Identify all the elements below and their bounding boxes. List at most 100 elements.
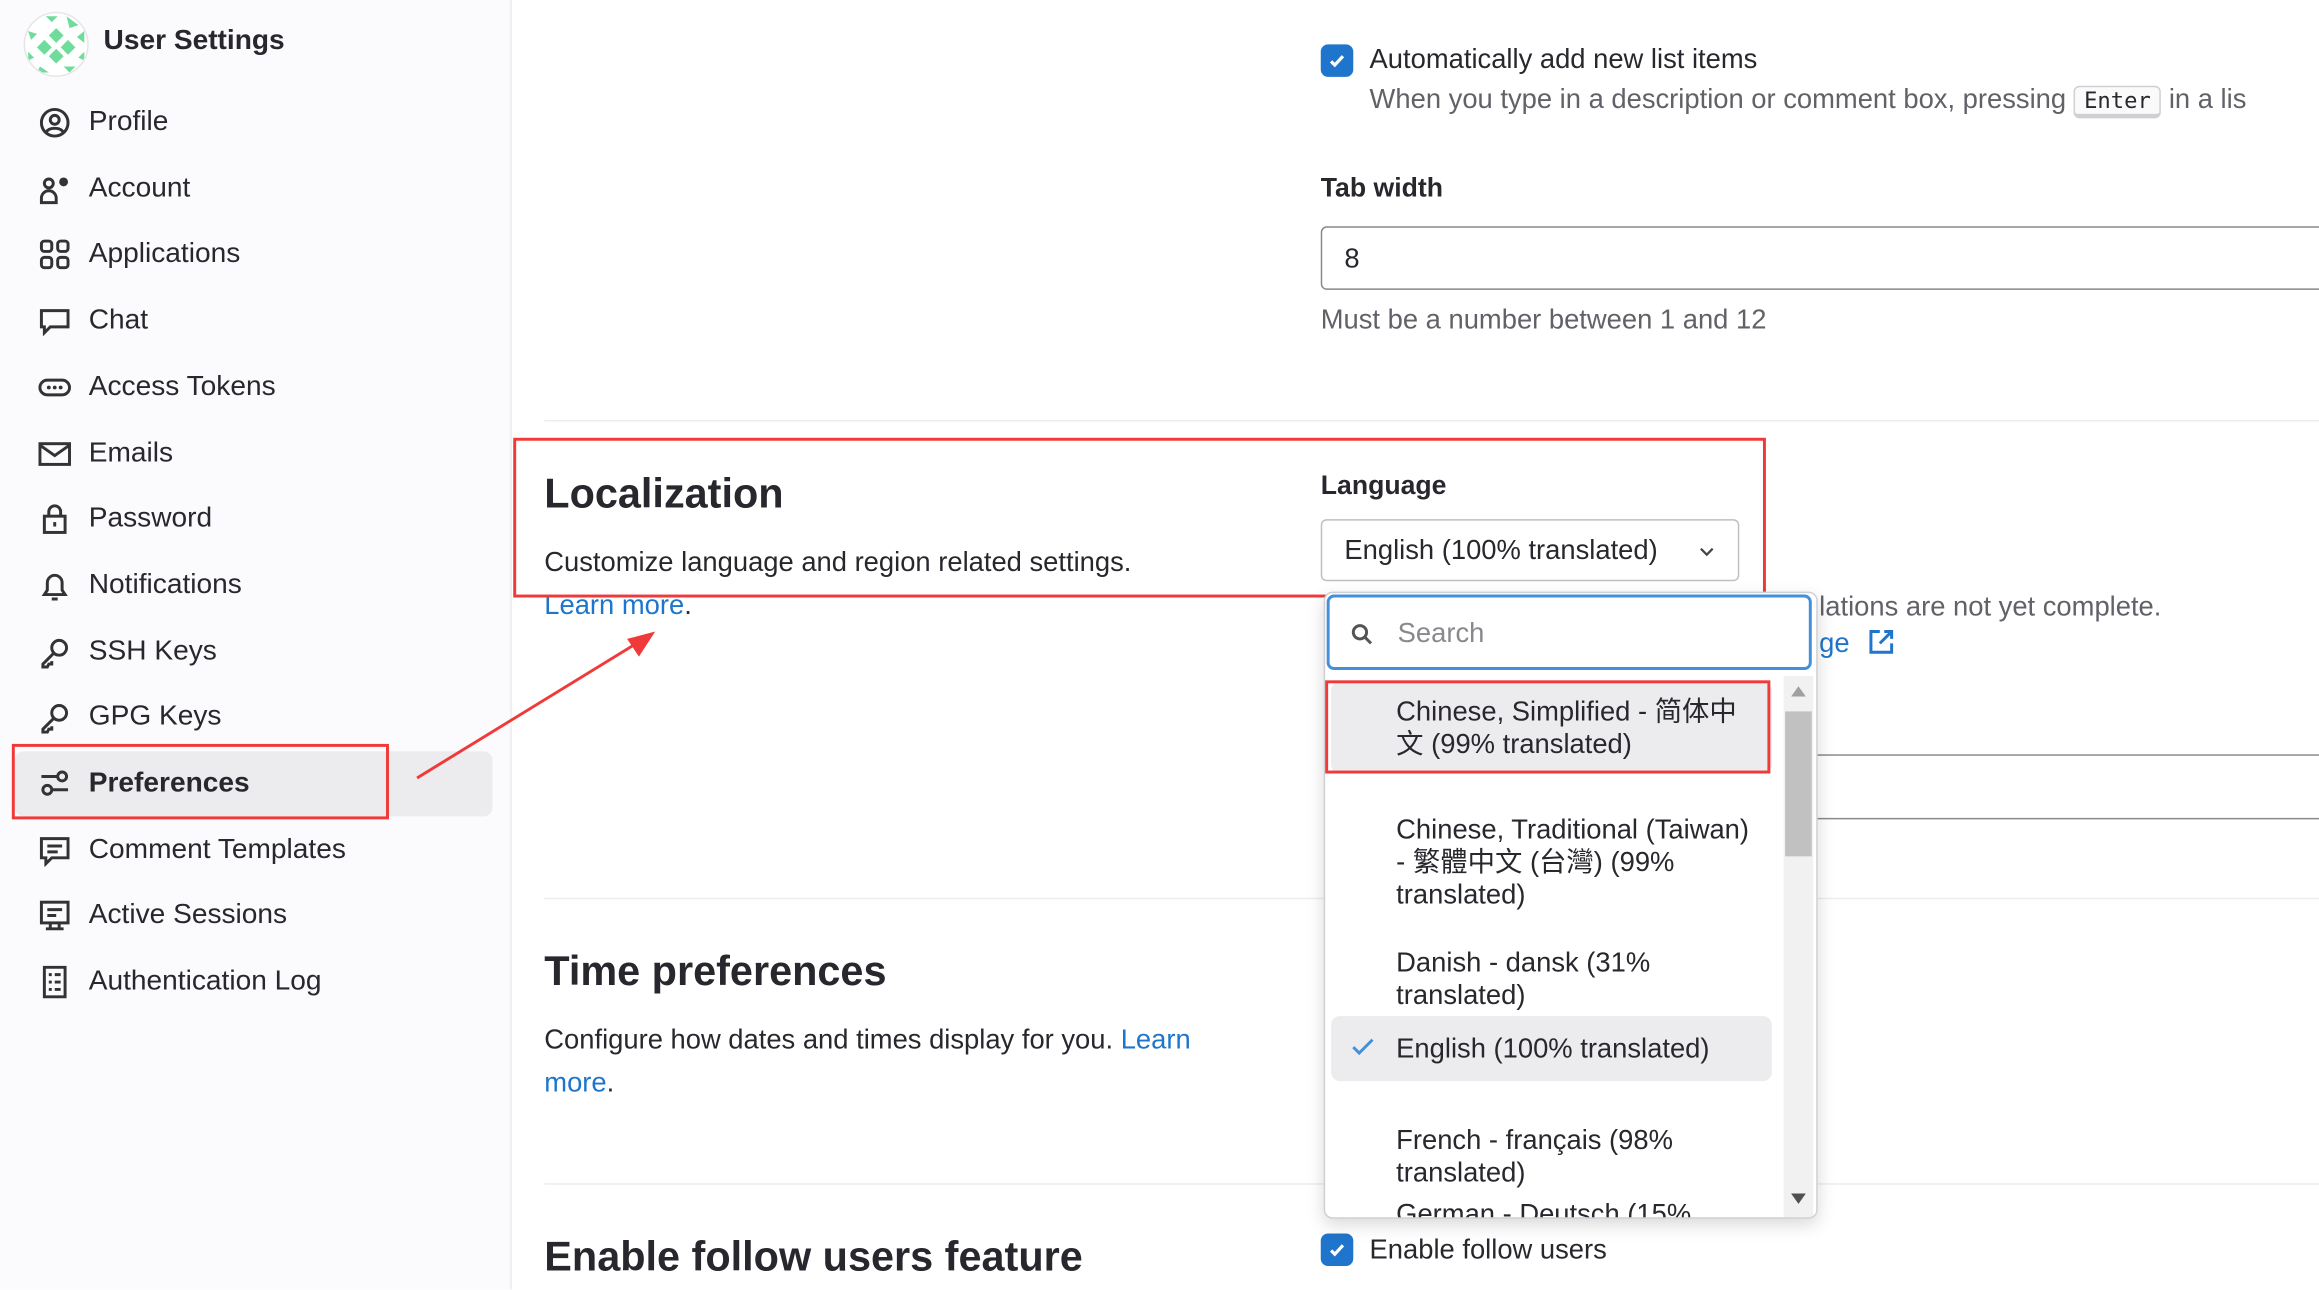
auto-list-label: Automatically add new list items — [1369, 42, 1758, 74]
sidebar-item-label: Preferences — [88, 767, 250, 799]
scroll-down-icon[interactable] — [1791, 1193, 1806, 1206]
check-icon — [1329, 1244, 1345, 1257]
auto-list-checkbox[interactable] — [1320, 44, 1354, 77]
time-more: more. — [544, 1066, 615, 1098]
sidebar-title: User Settings — [103, 25, 285, 57]
localization-title: Localization — [544, 470, 784, 517]
time-preferences-title: Time preferences — [544, 948, 887, 994]
hint-text: When you type in a description or commen… — [1369, 82, 2067, 114]
log-icon — [42, 965, 67, 999]
mail-icon — [38, 441, 71, 466]
check-icon — [1352, 1038, 1374, 1056]
language-selected-value: English (100% translated) — [1344, 533, 1658, 565]
time-more-link[interactable]: more — [544, 1066, 606, 1097]
divider — [544, 420, 2319, 422]
sidebar-item-access-tokens[interactable]: Access Tokens — [15, 355, 493, 420]
sidebar-item-active-sessions[interactable]: Active Sessions — [15, 884, 493, 949]
enter-key: Enter — [2073, 85, 2162, 119]
language-option-label: German - Deutsch (15% — [1396, 1197, 1692, 1219]
check-icon — [1329, 55, 1345, 68]
language-option-label: Chinese, Traditional (Taiwan) - 繁體中文 (台灣… — [1396, 813, 1750, 910]
help-translate-link[interactable]: ge — [1819, 627, 1895, 660]
tab-width-label: Tab width — [1320, 173, 1443, 203]
applications-icon — [39, 240, 70, 270]
language-option-label: Chinese, Simplified - 简体中文 (99% translat… — [1396, 695, 1737, 759]
sidebar-item-label: Chat — [88, 304, 149, 336]
sidebar-item-label: Profile — [88, 106, 169, 138]
sidebar-item-ssh-keys[interactable]: SSH Keys — [15, 619, 493, 684]
chevron-down-icon — [1700, 547, 1714, 557]
tab-width-help: Must be a number between 1 and 12 — [1320, 303, 1767, 335]
chat-icon — [39, 309, 70, 337]
monitor-icon — [39, 901, 70, 931]
sidebar-item-label: GPG Keys — [88, 701, 222, 733]
time-preferences-description: Configure how dates and times display fo… — [544, 1023, 1190, 1056]
sidebar-item-authentication-log[interactable]: Authentication Log — [15, 950, 493, 1015]
sidebar-item-label: Account — [88, 172, 191, 204]
comment-icon — [39, 836, 70, 867]
sidebar-item-password[interactable]: Password — [15, 487, 493, 552]
time-learn-link[interactable]: Learn — [1121, 1023, 1191, 1054]
sidebar-item-label: Authentication Log — [88, 965, 322, 997]
account-icon — [39, 177, 69, 204]
dropdown-scrollbar[interactable] — [1783, 675, 1814, 1218]
language-option-label: Danish - dansk (31% translated) — [1396, 946, 1651, 1011]
external-link-icon — [1869, 630, 1893, 654]
lock-icon — [42, 504, 67, 535]
localization-description: Customize language and region related se… — [544, 545, 1132, 577]
search-icon — [1351, 624, 1373, 645]
sidebar-item-label: Notifications — [88, 569, 242, 601]
language-option[interactable]: German - Deutsch (15% — [1331, 1185, 1772, 1219]
hint-text-end: in a lis — [2168, 82, 2247, 114]
help-link-text: ge — [1819, 627, 1850, 659]
language-dropdown: Search Chinese, Simplified - 简体中文 (99% t… — [1323, 591, 1818, 1219]
sidebar-item-comment-templates[interactable]: Comment Templates — [15, 817, 493, 882]
language-option[interactable]: Chinese, Traditional (Taiwan) - 繁體中文 (台灣… — [1331, 800, 1772, 912]
sidebar: User Settings Profile Account Applications… — [0, 0, 512, 1290]
sidebar-item-label: Access Tokens — [88, 370, 276, 402]
follow-users-checkbox[interactable] — [1320, 1233, 1354, 1267]
language-help-text: lations are not yet complete. — [1819, 590, 2162, 622]
sidebar-item-preferences[interactable]: Preferences — [14, 751, 493, 817]
key-icon — [41, 638, 69, 668]
follow-users-label: Enable follow users — [1369, 1233, 1607, 1265]
sidebar-item-profile[interactable]: Profile — [15, 90, 493, 155]
bell-icon — [41, 573, 68, 601]
follow-users-title: Enable follow users feature — [544, 1233, 1083, 1280]
sidebar-item-gpg-keys[interactable]: GPG Keys — [15, 685, 493, 750]
user-avatar-logo[interactable] — [23, 11, 89, 77]
search-placeholder: Search — [1397, 616, 1485, 648]
sidebar-item-label: Active Sessions — [88, 899, 288, 931]
preferences-icon — [41, 770, 69, 796]
time-desc-text: Configure how dates and times display fo… — [544, 1023, 1114, 1055]
tab-width-value: 8 — [1344, 242, 1360, 274]
localization-learn-more: Learn more. — [544, 588, 692, 620]
sidebar-item-label: Comment Templates — [88, 833, 346, 865]
sidebar-item-label: SSH Keys — [88, 635, 217, 667]
language-option[interactable]: English (100% translated) — [1331, 1016, 1772, 1082]
sidebar-item-label: Emails — [88, 437, 174, 469]
language-select[interactable]: English (100% translated) — [1320, 519, 1740, 582]
obscured-input[interactable] — [1814, 754, 2319, 820]
sidebar-item-emails[interactable]: Emails — [15, 421, 493, 486]
sidebar-item-label: Applications — [88, 238, 241, 270]
profile-icon — [39, 107, 70, 138]
tab-width-input[interactable]: 8 — [1320, 226, 2319, 290]
scroll-up-icon[interactable] — [1791, 685, 1806, 697]
language-option[interactable]: French - français (98% translated) — [1331, 1111, 1772, 1194]
sidebar-item-applications[interactable]: Applications — [15, 222, 493, 287]
auto-list-hint: When you type in a description or commen… — [1369, 82, 2247, 119]
sidebar-item-chat[interactable]: Chat — [15, 289, 493, 354]
sidebar-item-label: Password — [88, 503, 213, 535]
language-option[interactable]: Chinese, Simplified - 简体中文 (99% translat… — [1331, 681, 1772, 774]
language-option-label: French - français (98% translated) — [1396, 1124, 1673, 1188]
token-icon — [38, 378, 71, 397]
language-label: Language — [1320, 470, 1447, 500]
sidebar-item-account[interactable]: Account — [15, 156, 493, 221]
sidebar-item-notifications[interactable]: Notifications — [15, 553, 493, 618]
scrollbar-thumb[interactable] — [1785, 711, 1812, 857]
language-option-label: English (100% translated) — [1396, 1032, 1710, 1064]
learn-more-link[interactable]: Learn more — [544, 589, 684, 620]
key-icon — [41, 704, 69, 735]
language-search-input[interactable]: Search — [1326, 594, 1812, 670]
